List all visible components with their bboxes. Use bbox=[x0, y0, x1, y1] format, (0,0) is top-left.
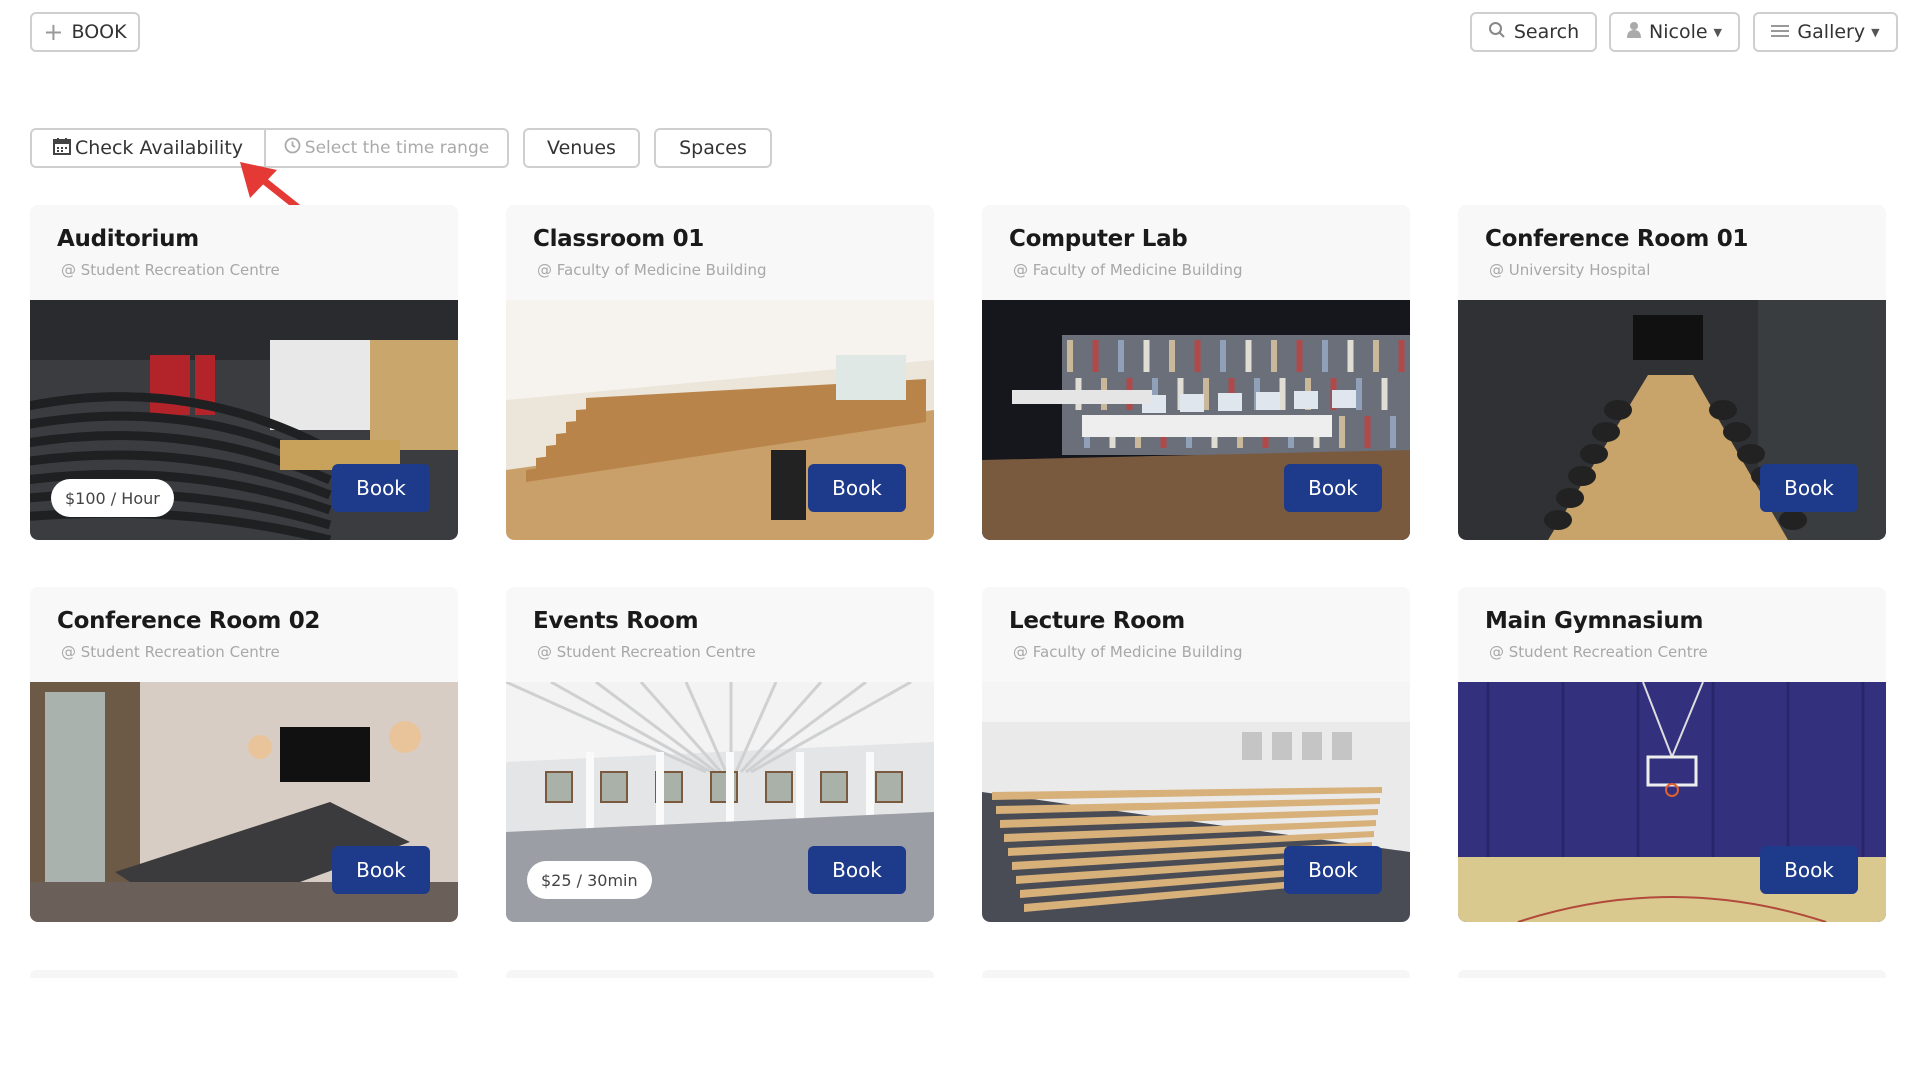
search-icon bbox=[1488, 21, 1506, 44]
chevron-down-icon: ▼ bbox=[1871, 25, 1880, 39]
conference-room-photo[interactable]: Book bbox=[1458, 300, 1886, 540]
book-space-button[interactable]: Book bbox=[1760, 846, 1858, 894]
time-range-placeholder: Select the time range bbox=[304, 138, 490, 158]
space-card[interactable]: Conference Room 02 @ Student Recreation C… bbox=[30, 587, 458, 922]
space-title[interactable]: Lecture Room bbox=[1009, 608, 1185, 634]
chevron-down-icon: ▼ bbox=[1713, 25, 1722, 39]
book-space-button[interactable]: Book bbox=[808, 846, 906, 894]
space-title[interactable]: Auditorium bbox=[57, 226, 199, 252]
list-icon bbox=[1771, 21, 1790, 43]
classroom-photo[interactable]: Book bbox=[506, 300, 934, 540]
user-name: Nicole bbox=[1649, 21, 1708, 43]
lecture-room-photo[interactable]: Book bbox=[982, 682, 1410, 922]
space-location: @ Student Recreation Centre bbox=[537, 643, 756, 661]
space-card[interactable]: Classroom 01 @ Faculty of Medicine Buildi… bbox=[506, 205, 934, 540]
space-title[interactable]: Computer Lab bbox=[1009, 226, 1188, 252]
space-card[interactable]: Lecture Room @ Faculty of Medicine Buildi… bbox=[982, 587, 1410, 922]
space-card[interactable]: Events Room @ Student Recreation Centre $2… bbox=[506, 587, 934, 922]
meeting-room-photo[interactable]: Book bbox=[30, 682, 458, 922]
book-space-button[interactable]: Book bbox=[1760, 464, 1858, 512]
book-space-button[interactable]: Book bbox=[1284, 464, 1382, 512]
auditorium-photo[interactable]: $100 / Hour Book bbox=[30, 300, 458, 540]
price-badge: $100 / Hour bbox=[51, 479, 174, 517]
gymnasium-photo[interactable]: Book bbox=[1458, 682, 1886, 922]
user-menu-button[interactable]: Nicole ▼ bbox=[1609, 12, 1740, 52]
computer-lab-photo[interactable]: Book bbox=[982, 300, 1410, 540]
events-room-photo[interactable]: $25 / 30min Book bbox=[506, 682, 934, 922]
card-placeholder bbox=[506, 970, 934, 978]
venues-button[interactable]: Venues bbox=[523, 128, 640, 168]
book-button[interactable]: + BOOK bbox=[30, 12, 140, 52]
book-space-button[interactable]: Book bbox=[332, 464, 430, 512]
space-card[interactable]: Computer Lab @ Faculty of Medicine Buildi… bbox=[982, 205, 1410, 540]
clock-icon bbox=[284, 137, 301, 159]
user-icon bbox=[1627, 21, 1641, 43]
space-title[interactable]: Main Gymnasium bbox=[1485, 608, 1703, 634]
book-space-button[interactable]: Book bbox=[1284, 846, 1382, 894]
card-placeholder bbox=[982, 970, 1410, 978]
space-card[interactable]: Main Gymnasium @ Student Recreation Centr… bbox=[1458, 587, 1886, 922]
space-location: @ Student Recreation Centre bbox=[61, 261, 280, 279]
space-title[interactable]: Classroom 01 bbox=[533, 226, 704, 252]
plus-icon: + bbox=[43, 18, 64, 46]
view-mode-button[interactable]: Gallery ▼ bbox=[1753, 12, 1898, 52]
space-title[interactable]: Conference Room 02 bbox=[57, 608, 320, 634]
space-location: @ Faculty of Medicine Building bbox=[1013, 261, 1243, 279]
space-location: @ University Hospital bbox=[1489, 261, 1651, 279]
book-button-label: BOOK bbox=[71, 21, 127, 43]
space-title[interactable]: Conference Room 01 bbox=[1485, 226, 1748, 252]
book-space-button[interactable]: Book bbox=[808, 464, 906, 512]
card-placeholder bbox=[30, 970, 458, 978]
card-placeholder bbox=[1458, 970, 1886, 978]
spaces-button[interactable]: Spaces bbox=[654, 128, 772, 168]
space-location: @ Faculty of Medicine Building bbox=[1013, 643, 1243, 661]
space-location: @ Student Recreation Centre bbox=[61, 643, 280, 661]
spaces-label: Spaces bbox=[679, 137, 747, 159]
calendar-icon bbox=[52, 137, 71, 160]
space-location: @ Faculty of Medicine Building bbox=[537, 261, 767, 279]
venues-label: Venues bbox=[547, 137, 616, 159]
space-card[interactable]: Conference Room 01 @ University Hospital B… bbox=[1458, 205, 1886, 540]
check-availability-label: Check Availability bbox=[74, 137, 244, 159]
check-availability-button[interactable]: Check Availability bbox=[32, 130, 266, 166]
search-label: Search bbox=[1513, 21, 1580, 43]
book-space-button[interactable]: Book bbox=[332, 846, 430, 894]
view-mode-label: Gallery bbox=[1797, 21, 1866, 43]
price-badge: $25 / 30min bbox=[527, 861, 652, 899]
space-title[interactable]: Events Room bbox=[533, 608, 699, 634]
search-button[interactable]: Search bbox=[1470, 12, 1597, 52]
space-card[interactable]: Auditorium @ Student Recreation Centre $10… bbox=[30, 205, 458, 540]
space-location: @ Student Recreation Centre bbox=[1489, 643, 1708, 661]
